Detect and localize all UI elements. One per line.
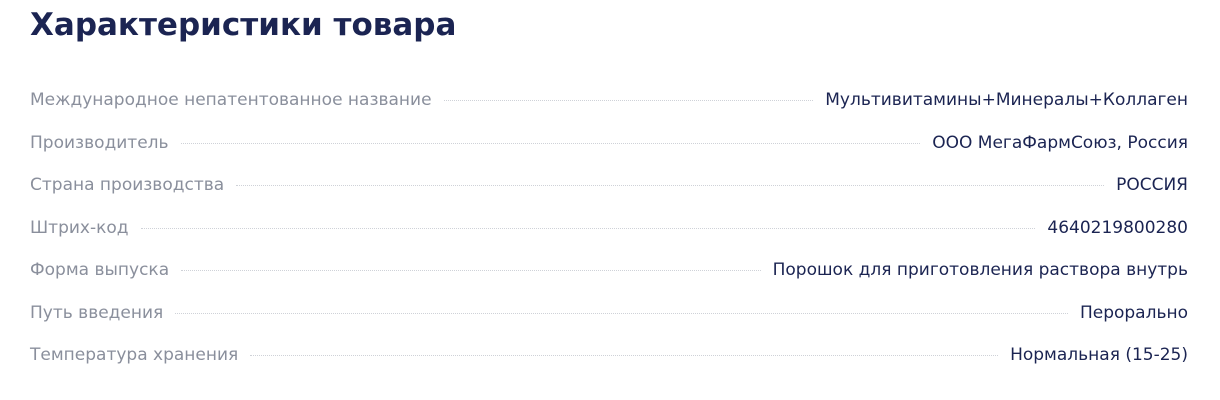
dotted-leader [250,355,999,356]
spec-row-inn: Международное непатентованное название М… [30,84,1188,127]
spec-value: Нормальная (15-25) [1010,345,1188,365]
spec-value: Порошок для приготовления раствора внутр… [772,260,1188,280]
spec-value: Перорально [1079,302,1188,323]
dotted-leader [181,270,761,271]
spec-label: Международное непатентованное название [30,90,432,110]
spec-list: Международное непатентованное название М… [30,84,1188,382]
dotted-leader [175,312,1068,314]
spec-label: Штрих-код [30,217,129,238]
dotted-leader [140,227,1036,229]
spec-label: Форма выпуска [30,260,170,280]
spec-label: Температура хранения [30,345,239,365]
spec-label: Производитель [30,132,169,153]
spec-row-barcode: Штрих-код 4640219800280 [30,212,1188,255]
spec-row-release-form: Форма выпуска Порошок для приготовления … [30,254,1188,297]
dotted-leader [443,100,814,101]
spec-value: ООО МегаФармСоюз, Россия [932,132,1188,153]
spec-row-route: Путь введения Перорально [30,297,1188,340]
spec-value: Мультивитамины+Минералы+Коллаген [825,90,1188,110]
spec-value: РОССИЯ [1116,175,1188,195]
dotted-leader [180,142,921,144]
product-characteristics-section: Характеристики товара Международное непа… [0,0,1220,400]
spec-label: Страна производства [30,175,225,195]
spec-value: 4640219800280 [1047,217,1188,238]
section-title: Характеристики товара [30,7,457,43]
spec-row-country: Страна производства РОССИЯ [30,169,1188,212]
spec-row-storage-temperature: Температура хранения Нормальная (15-25) [30,339,1188,382]
spec-label: Путь введения [30,302,164,323]
spec-row-manufacturer: Производитель ООО МегаФармСоюз, Россия [30,127,1188,170]
dotted-leader [236,185,1105,186]
